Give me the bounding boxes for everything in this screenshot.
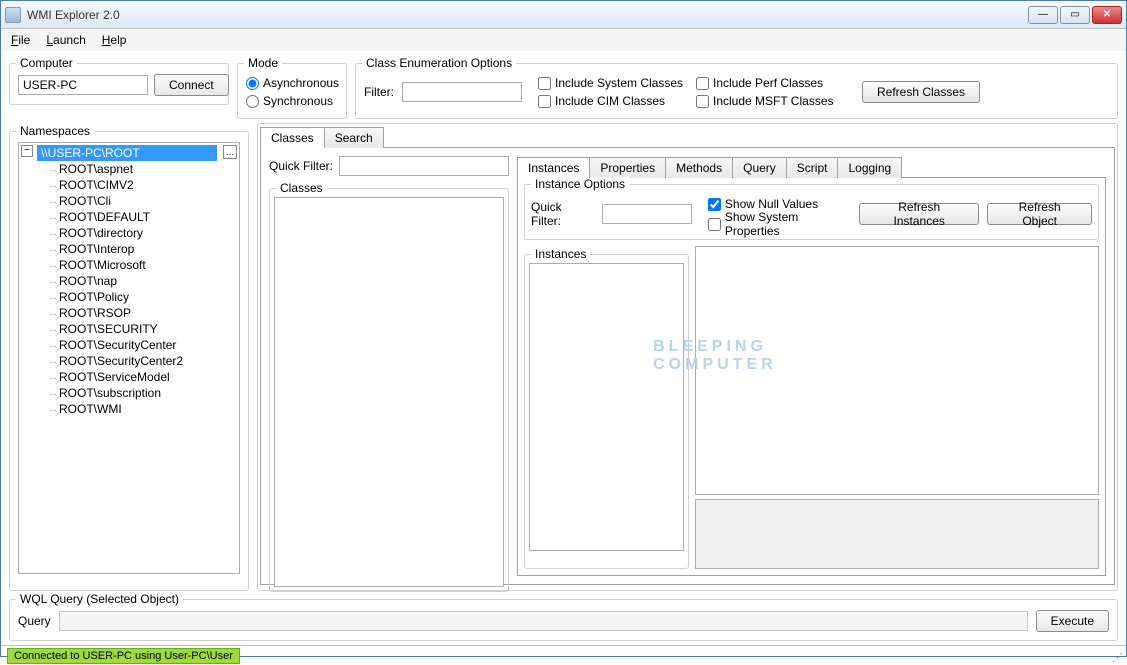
subtab-logging[interactable]: Logging bbox=[837, 157, 902, 178]
tree-item[interactable]: ROOT\Policy bbox=[49, 289, 239, 305]
tree-item[interactable]: ROOT\WMI bbox=[49, 401, 239, 417]
tree-collapse-icon[interactable]: − bbox=[21, 145, 33, 157]
instance-options-label: Instance Options bbox=[531, 177, 629, 191]
tree-item[interactable]: ROOT\DEFAULT bbox=[49, 209, 239, 225]
mode-group: Mode Asynchronous Synchronous bbox=[237, 63, 347, 119]
chk-show-null-label: Show Null Values bbox=[725, 197, 818, 211]
menu-help[interactable]: Help bbox=[102, 33, 127, 47]
computer-input[interactable] bbox=[18, 75, 148, 95]
enum-label: Class Enumeration Options bbox=[362, 56, 516, 70]
subtab-query[interactable]: Query bbox=[732, 157, 787, 178]
namespaces-group: Namespaces − \\USER-PC\ROOT … ROOT\aspne… bbox=[9, 131, 249, 591]
instances-list[interactable] bbox=[529, 263, 684, 551]
instance-options-group: Instance Options Quick Filter: Show Null… bbox=[524, 184, 1099, 240]
detail-status-panel bbox=[695, 499, 1099, 569]
tree-item[interactable]: ROOT\SECURITY bbox=[49, 321, 239, 337]
subtab-properties[interactable]: Properties bbox=[589, 157, 666, 178]
maximize-button[interactable]: ▭ bbox=[1060, 6, 1090, 24]
refresh-object-button[interactable]: Refresh Object bbox=[987, 203, 1092, 225]
refresh-classes-button[interactable]: Refresh Classes bbox=[862, 81, 980, 103]
tree-item[interactable]: ROOT\aspnet bbox=[49, 161, 239, 177]
tab-classes[interactable]: Classes bbox=[260, 127, 325, 148]
chk-show-sys[interactable] bbox=[708, 218, 721, 231]
statusbar: Connected to USER-PC using User-PC\User … bbox=[1, 645, 1126, 665]
tree-item[interactable]: ROOT\Cli bbox=[49, 193, 239, 209]
app-icon bbox=[5, 7, 21, 23]
filter-label: Filter: bbox=[364, 85, 394, 99]
chk-show-sys-label: Show System Properties bbox=[725, 210, 849, 238]
instances-label: Instances bbox=[531, 247, 590, 261]
query-input[interactable] bbox=[59, 611, 1028, 631]
menubar: File Launch Help bbox=[1, 29, 1126, 51]
chk-msft[interactable] bbox=[696, 95, 709, 108]
menu-launch[interactable]: Launch bbox=[46, 33, 85, 47]
computer-label: Computer bbox=[16, 56, 77, 70]
wql-label: WQL Query (Selected Object) bbox=[16, 592, 183, 606]
tree-item[interactable]: ROOT\nap bbox=[49, 273, 239, 289]
chk-system-label: Include System Classes bbox=[555, 76, 683, 90]
chk-system[interactable] bbox=[538, 77, 551, 90]
status-text: Connected to USER-PC using User-PC\User bbox=[7, 648, 240, 664]
close-button[interactable]: ✕ bbox=[1092, 6, 1122, 24]
connect-button[interactable]: Connect bbox=[154, 74, 229, 96]
window-title: WMI Explorer 2.0 bbox=[27, 8, 1028, 22]
instances-group: Instances bbox=[524, 254, 689, 569]
chk-msft-label: Include MSFT Classes bbox=[713, 94, 834, 108]
tree-item[interactable]: ROOT\Interop bbox=[49, 241, 239, 257]
mode-sync-label: Synchronous bbox=[263, 94, 333, 108]
classes-quickfilter-input[interactable] bbox=[339, 156, 509, 176]
tree-item[interactable]: ROOT\directory bbox=[49, 225, 239, 241]
tab-search[interactable]: Search bbox=[324, 127, 384, 148]
subtab-instances[interactable]: Instances bbox=[517, 157, 590, 178]
wql-group: WQL Query (Selected Object) Query Execut… bbox=[9, 599, 1118, 641]
namespaces-tree[interactable]: − \\USER-PC\ROOT … ROOT\aspnetROOT\CIMV2… bbox=[18, 142, 240, 574]
tree-item[interactable]: ROOT\CIMV2 bbox=[49, 177, 239, 193]
resize-grip-icon[interactable]: ⋰ bbox=[1112, 651, 1124, 663]
minimize-button[interactable]: — bbox=[1028, 6, 1058, 24]
chk-cim-label: Include CIM Classes bbox=[555, 94, 665, 108]
menu-file[interactable]: File bbox=[11, 33, 30, 47]
subtab-methods[interactable]: Methods bbox=[665, 157, 733, 178]
execute-button[interactable]: Execute bbox=[1036, 610, 1109, 632]
chk-cim[interactable] bbox=[538, 95, 551, 108]
titlebar: WMI Explorer 2.0 — ▭ ✕ bbox=[1, 1, 1126, 29]
mode-async-radio[interactable] bbox=[246, 77, 259, 90]
classes-panel-label: Classes bbox=[276, 181, 327, 195]
classes-group: Classes bbox=[269, 188, 509, 592]
enum-group: Class Enumeration Options Filter: Includ… bbox=[355, 63, 1118, 119]
filter-input[interactable] bbox=[402, 82, 522, 102]
mode-sync-radio[interactable] bbox=[246, 95, 259, 108]
classes-list[interactable] bbox=[274, 197, 504, 587]
classes-quickfilter-label: Quick Filter: bbox=[269, 159, 333, 173]
detail-panel[interactable] bbox=[695, 246, 1099, 495]
computer-group: Computer Connect bbox=[9, 63, 229, 105]
tree-item[interactable]: ROOT\RSOP bbox=[49, 305, 239, 321]
chk-show-null[interactable] bbox=[708, 198, 721, 211]
tree-item[interactable]: ROOT\ServiceModel bbox=[49, 369, 239, 385]
chk-perf[interactable] bbox=[696, 77, 709, 90]
tree-item[interactable]: ROOT\Microsoft bbox=[49, 257, 239, 273]
query-label: Query bbox=[18, 614, 51, 628]
subtab-script[interactable]: Script bbox=[786, 157, 839, 178]
tree-item[interactable]: ROOT\SecurityCenter2 bbox=[49, 353, 239, 369]
tree-item[interactable]: ROOT\SecurityCenter bbox=[49, 337, 239, 353]
namespaces-label: Namespaces bbox=[16, 124, 94, 138]
inst-quickfilter-input[interactable] bbox=[602, 204, 692, 224]
mode-async-label: Asynchronous bbox=[263, 76, 339, 90]
inst-quickfilter-label: Quick Filter: bbox=[531, 200, 592, 228]
right-panel: Classes Search Quick Filter: Classes bbox=[257, 123, 1118, 591]
tree-item[interactable]: ROOT\subscription bbox=[49, 385, 239, 401]
chk-perf-label: Include Perf Classes bbox=[713, 76, 823, 90]
refresh-instances-button[interactable]: Refresh Instances bbox=[859, 203, 979, 225]
tree-more-button[interactable]: … bbox=[223, 145, 237, 159]
mode-label: Mode bbox=[244, 56, 282, 70]
tree-root-node[interactable]: \\USER-PC\ROOT bbox=[37, 145, 217, 161]
